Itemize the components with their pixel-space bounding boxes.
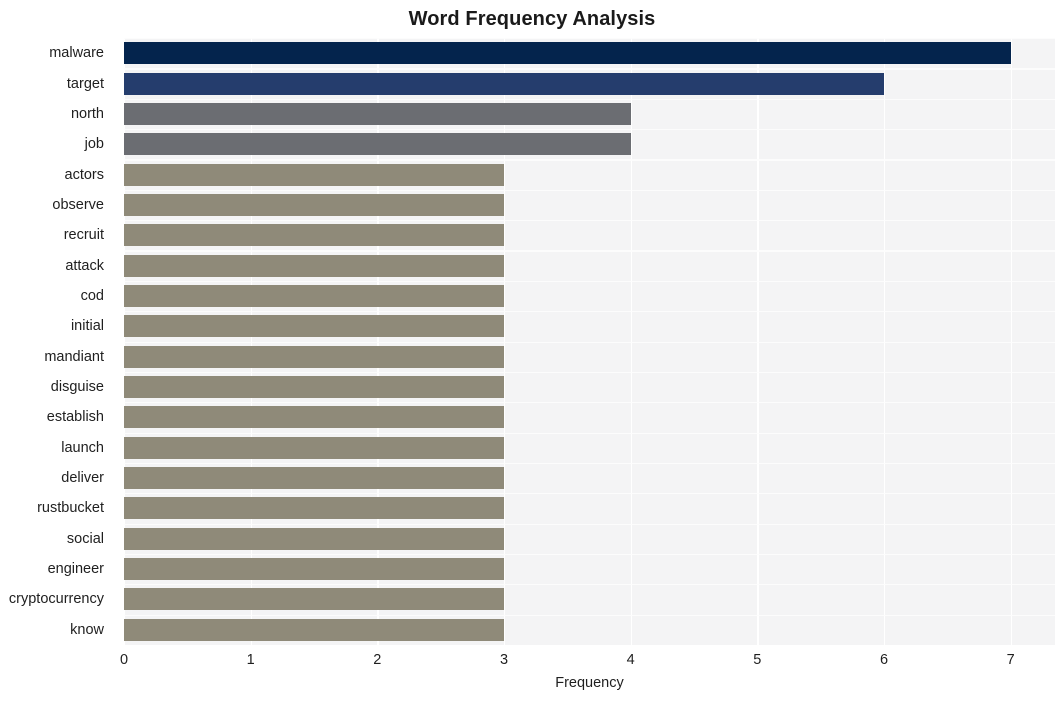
y-axis-tick-label: malware bbox=[49, 45, 104, 62]
bar[interactable] bbox=[124, 193, 504, 216]
gridline-horizontal bbox=[124, 38, 1055, 40]
gridline-horizontal bbox=[124, 98, 1055, 100]
gridline-horizontal bbox=[124, 523, 1055, 525]
bar[interactable] bbox=[124, 406, 504, 429]
gridline-horizontal bbox=[124, 250, 1055, 252]
y-axis-tick-label: actors bbox=[64, 166, 105, 183]
bar[interactable] bbox=[124, 345, 504, 368]
bar[interactable] bbox=[124, 436, 504, 459]
bar[interactable] bbox=[124, 163, 504, 186]
gridline-horizontal bbox=[124, 493, 1055, 495]
x-axis-tick-label: 1 bbox=[246, 652, 255, 668]
gridline-horizontal bbox=[124, 220, 1055, 222]
x-axis-tick-label: 7 bbox=[1006, 652, 1015, 668]
gridline-horizontal bbox=[124, 280, 1055, 282]
y-axis-tick-label: cryptocurrency bbox=[8, 591, 104, 608]
y-axis-tick-label: deliver bbox=[61, 470, 104, 487]
gridline-horizontal bbox=[124, 553, 1055, 556]
y-axis-tick-label: launch bbox=[61, 439, 104, 456]
bar[interactable] bbox=[124, 224, 504, 247]
gridline-horizontal bbox=[124, 68, 1055, 70]
y-axis-tick-label: job bbox=[84, 136, 104, 153]
gridline-horizontal bbox=[124, 159, 1055, 161]
bar[interactable] bbox=[124, 254, 504, 277]
x-axis-tick-label: 6 bbox=[879, 652, 889, 668]
bar[interactable] bbox=[124, 376, 504, 399]
y-axis-tick-label: target bbox=[66, 75, 104, 92]
y-axis-tick-label: observe bbox=[52, 196, 104, 213]
y-axis-tick-label: attack bbox=[65, 257, 104, 274]
y-axis-tick-label: mandiant bbox=[44, 348, 104, 365]
gridline-horizontal bbox=[124, 402, 1055, 404]
y-axis-tick-label: north bbox=[70, 105, 104, 122]
gridline-horizontal bbox=[124, 614, 1055, 616]
gridline-horizontal bbox=[124, 584, 1055, 586]
bar[interactable] bbox=[124, 102, 631, 125]
y-axis-tick-label: initial bbox=[70, 318, 104, 335]
x-axis-tick-label: 4 bbox=[626, 652, 635, 668]
gridline-horizontal bbox=[124, 129, 1055, 131]
y-axis-tick-label: social bbox=[66, 530, 104, 547]
y-axis-tick-label: disguise bbox=[50, 379, 104, 396]
bar[interactable] bbox=[124, 72, 884, 95]
bar[interactable] bbox=[124, 42, 1011, 65]
x-axis-title: Frequency bbox=[555, 675, 624, 691]
gridline-horizontal bbox=[124, 311, 1055, 313]
bar[interactable] bbox=[124, 588, 504, 611]
bar[interactable] bbox=[124, 497, 504, 520]
y-axis-tick-label: recruit bbox=[63, 227, 104, 244]
bar[interactable] bbox=[124, 527, 504, 550]
x-axis-tick-label: 5 bbox=[753, 652, 762, 668]
x-axis-tick-labels: 0 1 2 3 4 5 6 7 bbox=[120, 651, 1055, 673]
bar[interactable] bbox=[124, 558, 504, 581]
gridline-horizontal bbox=[124, 189, 1055, 191]
chart-figure: Word Frequency Analysis malware target nor… bbox=[0, 0, 1064, 701]
bar[interactable] bbox=[124, 467, 504, 490]
y-axis-tick-label: know bbox=[70, 621, 104, 638]
y-axis-tick-label: rustbucket bbox=[37, 500, 104, 517]
chart-title: Word Frequency Analysis bbox=[408, 8, 656, 30]
gridline-horizontal bbox=[124, 462, 1055, 465]
y-axis-tick-label: establish bbox=[46, 409, 104, 426]
bar[interactable] bbox=[124, 284, 504, 307]
gridline-horizontal bbox=[124, 341, 1055, 343]
gridline-horizontal bbox=[124, 371, 1055, 374]
bar[interactable] bbox=[124, 133, 631, 156]
plot-area bbox=[124, 38, 1055, 645]
bar[interactable] bbox=[124, 618, 504, 641]
y-axis-tick-labels: malware target north job actors observe recrui… bbox=[0, 38, 114, 645]
gridline-horizontal bbox=[124, 432, 1055, 434]
x-axis-tick-label: 3 bbox=[499, 652, 509, 668]
x-axis-tick-label: 2 bbox=[373, 652, 382, 668]
y-axis-tick-label: cod bbox=[80, 287, 104, 304]
bar[interactable] bbox=[124, 315, 504, 338]
y-axis-tick-label: engineer bbox=[47, 561, 104, 578]
x-axis-tick-label: 0 bbox=[119, 652, 129, 668]
